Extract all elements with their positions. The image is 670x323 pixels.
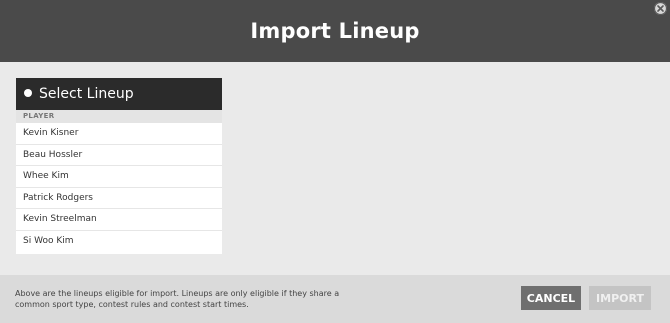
cancel-button[interactable]: CANCEL bbox=[521, 286, 581, 310]
player-row: Si Woo Kim bbox=[23, 236, 74, 247]
player-row: Patrick Rodgers bbox=[16, 188, 222, 209]
select-lineup-title: Select Lineup bbox=[39, 86, 134, 102]
close-icon bbox=[654, 2, 667, 15]
footer-info-line: common sport type, contest rules and con… bbox=[15, 300, 249, 309]
close-button[interactable] bbox=[654, 2, 667, 15]
footer-info-line: Above are the lineups eligible for impor… bbox=[15, 289, 340, 298]
lineup-panel: Select Lineup PLAYER Kevin Kisner Beau H… bbox=[16, 78, 222, 254]
player-row: Kevin Kisner bbox=[16, 123, 222, 145]
player-list: Kevin Kisner Beau Hossler Whee Kim Patri… bbox=[16, 123, 222, 252]
modal-header: Import Lineup bbox=[0, 0, 670, 62]
select-lineup-header[interactable]: Select Lineup bbox=[16, 78, 222, 110]
player-row: Beau Hossler bbox=[16, 145, 222, 166]
player-column-header: PLAYER bbox=[16, 110, 222, 123]
import-button[interactable]: IMPORT bbox=[589, 286, 651, 310]
footer-info-text: Above are the lineups eligible for impor… bbox=[15, 288, 375, 310]
import-lineup-modal: Import Lineup Select Lineup PLAYER Kevin… bbox=[0, 0, 670, 323]
player-row: Whee Kim bbox=[16, 166, 222, 188]
modal-title: Import Lineup bbox=[250, 19, 420, 43]
player-row: Kevin Streelman bbox=[16, 209, 222, 231]
radio-dot-icon bbox=[24, 89, 32, 97]
